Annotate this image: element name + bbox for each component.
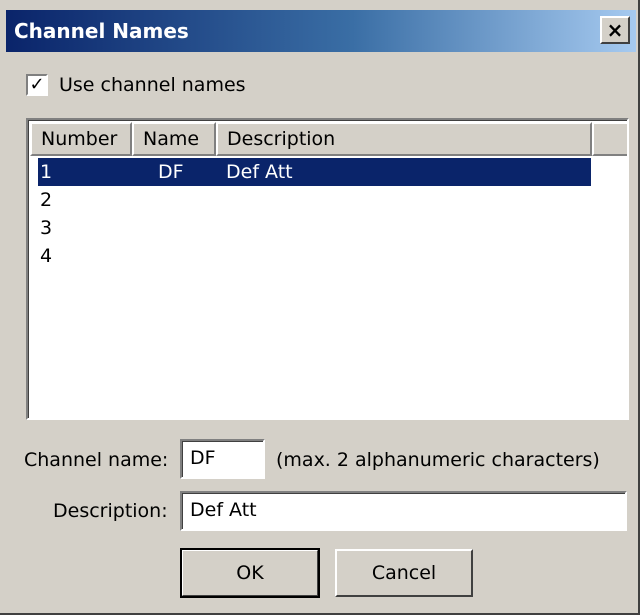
- checkmark-icon: ✓: [29, 74, 45, 95]
- row-number: 1: [40, 161, 53, 183]
- channel-name-hint: (max. 2 alphanumeric characters): [276, 449, 600, 471]
- channel-name-label: Channel name:: [24, 449, 169, 471]
- column-header-name[interactable]: Name: [132, 122, 216, 156]
- row-name: DF: [158, 161, 184, 183]
- row-number: 4: [40, 245, 53, 267]
- channel-name-input[interactable]: DF: [180, 439, 265, 479]
- cancel-button[interactable]: Cancel: [335, 549, 473, 597]
- title-bar: Channel Names ×: [6, 10, 636, 52]
- window-title: Channel Names: [14, 19, 189, 43]
- use-channel-names-checkbox[interactable]: ✓: [26, 74, 48, 96]
- list-row-4[interactable]: 4: [38, 242, 591, 270]
- list-row-2[interactable]: 2: [38, 186, 591, 214]
- list-row-3[interactable]: 3: [38, 214, 591, 242]
- close-button[interactable]: ×: [600, 16, 630, 44]
- use-channel-names-label: Use channel names: [59, 74, 246, 96]
- column-header-number[interactable]: Number: [30, 122, 132, 156]
- column-header-description[interactable]: Description: [216, 122, 592, 156]
- channel-list[interactable]: Number Name Description 1 DF Def Att 2 3…: [26, 118, 629, 420]
- list-row-1[interactable]: 1 DF Def Att: [38, 158, 591, 186]
- list-header: Number Name Description: [30, 122, 627, 156]
- row-number: 3: [40, 217, 53, 239]
- row-description: Def Att: [226, 161, 293, 183]
- close-icon: ×: [606, 18, 624, 42]
- row-number: 2: [40, 189, 53, 211]
- description-label: Description:: [53, 500, 168, 522]
- description-input[interactable]: Def Att: [180, 491, 627, 531]
- channel-names-dialog: Channel Names × ✓ Use channel names Numb…: [0, 0, 640, 615]
- ok-button[interactable]: OK: [180, 548, 320, 598]
- use-channel-names-option[interactable]: ✓ Use channel names: [26, 72, 246, 98]
- column-header-filler: [592, 122, 627, 156]
